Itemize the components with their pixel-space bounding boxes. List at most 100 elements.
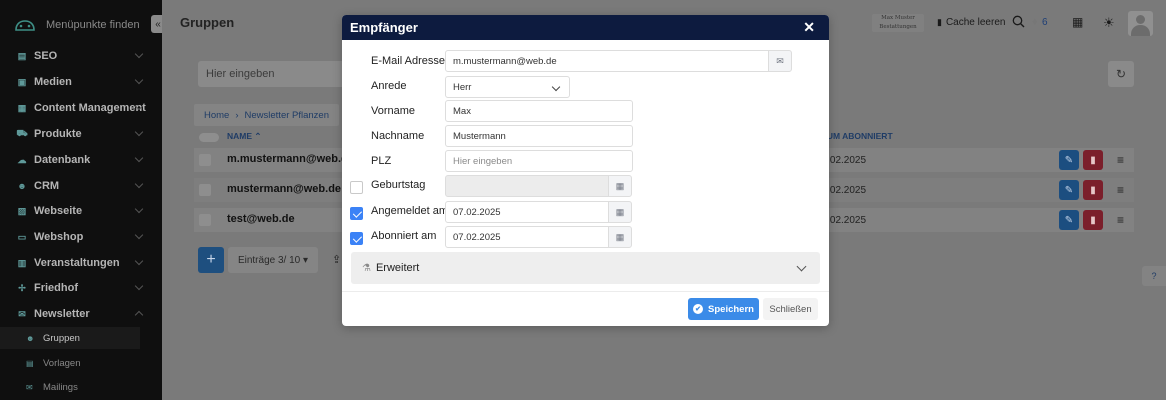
delete-button[interactable]: ▮: [1083, 180, 1103, 200]
database-icon: ☁: [17, 154, 27, 165]
row-menu-icon[interactable]: ≡: [1117, 183, 1129, 197]
registered-date-field[interactable]: 07.02.2025: [445, 201, 610, 223]
users-icon: ☻: [17, 181, 27, 191]
sidebar-item-medien[interactable]: ▣ Medien: [0, 70, 162, 94]
help-icon[interactable]: ?: [1142, 266, 1166, 286]
chevron-down-icon: [551, 82, 561, 92]
add-recipient-button[interactable]: +: [198, 247, 224, 273]
apps-icon[interactable]: ▦: [1072, 15, 1083, 29]
column-header-name[interactable]: NAME ⌃: [227, 131, 262, 142]
edit-button[interactable]: ✎: [1059, 180, 1079, 200]
chevron-down-icon: [134, 75, 144, 85]
delete-button[interactable]: ▮: [1083, 150, 1103, 170]
menu-search-label: Menüpunkte finden: [46, 19, 140, 31]
birthday-checkbox[interactable]: [350, 181, 363, 194]
email-field[interactable]: m.mustermann@web.de: [445, 50, 769, 72]
entries-per-page-dropdown[interactable]: Einträge 3/ 10 ▾: [228, 247, 318, 273]
trash-icon: ▮: [937, 17, 942, 27]
subscribed-checkbox[interactable]: [350, 232, 363, 245]
breadcrumb-current[interactable]: Newsletter Pflanzen: [245, 110, 329, 121]
calendar-icon[interactable]: ▦: [608, 201, 632, 223]
row-checkbox[interactable]: [199, 154, 211, 166]
modal-title: Empfänger: [350, 20, 418, 35]
save-button[interactable]: ✔ Speichern: [688, 298, 759, 320]
row-checkbox[interactable]: [199, 214, 211, 226]
sidebar-subitem-gruppen[interactable]: ☻ Gruppen: [0, 327, 140, 349]
entries-label: Einträge 3/ 10: [237, 254, 301, 266]
chevron-down-icon: [134, 281, 144, 291]
clear-cache-button[interactable]: ▮ Cache leeren: [937, 17, 1005, 28]
theme-toggle-icon[interactable]: ☀: [1103, 15, 1115, 31]
registered-checkbox[interactable]: [350, 207, 363, 220]
edit-button[interactable]: ✎: [1059, 150, 1079, 170]
firstname-field[interactable]: Max: [445, 100, 633, 122]
logo-icon: [15, 20, 35, 31]
bell-icon[interactable]: ♦: [1032, 16, 1038, 28]
edit-button[interactable]: ✎: [1059, 210, 1079, 230]
check-circle-icon: ✔: [693, 304, 704, 314]
zip-field[interactable]: Hier eingeben: [445, 150, 633, 172]
sidebar-subitem-mailings[interactable]: ✉ Mailings: [0, 376, 140, 398]
close-button[interactable]: Schließen: [763, 298, 818, 320]
sidebar-item-produkte[interactable]: ⛟ Produkte: [0, 122, 162, 146]
chevron-right-icon: ›: [235, 109, 239, 121]
email-addon-icon[interactable]: ✉: [768, 50, 792, 72]
chevron-down-icon: [134, 127, 144, 137]
menu-search[interactable]: Menüpunkte finden: [0, 10, 162, 40]
calendar-icon: ▥: [17, 257, 27, 268]
upload-icon[interactable]: ⇪: [332, 253, 341, 266]
sidebar-item-veranstaltungen[interactable]: ▥ Veranstaltungen: [0, 251, 162, 275]
delete-button[interactable]: ▮: [1083, 210, 1103, 230]
sidebar-item-label: Content Management: [34, 102, 146, 114]
sidebar-item-label: Veranstaltungen: [34, 257, 120, 269]
subscribed-date-field[interactable]: 07.02.2025: [445, 226, 610, 248]
sidebar-item-label: Webshop: [34, 231, 84, 243]
sidebar-item-webshop[interactable]: ▭ Webshop: [0, 225, 162, 249]
sidebar-item-webseite[interactable]: ▨ Webseite: [0, 199, 162, 223]
select-all-toggle[interactable]: [199, 133, 219, 142]
sidebar-subitem-vorlagen[interactable]: ▤ Vorlagen: [0, 352, 140, 374]
list-search-placeholder: Hier eingeben: [206, 68, 275, 80]
modal-header: Empfänger ✕: [342, 15, 829, 40]
website-icon: ▨: [17, 205, 27, 216]
group-icon: ☻: [26, 333, 35, 343]
birthday-label: Geburtstag: [371, 179, 426, 191]
list-search-input[interactable]: Hier eingeben: [198, 61, 358, 87]
company-logo-text: Max Muster Bestattungen: [879, 15, 917, 30]
sidebar-item-label: Newsletter: [34, 308, 90, 320]
close-icon[interactable]: ✕: [803, 19, 815, 36]
row-menu-icon[interactable]: ≡: [1117, 153, 1129, 167]
refresh-button[interactable]: ↻: [1108, 61, 1134, 87]
birthday-field: [445, 175, 610, 197]
sidebar-item-label: SEO: [34, 50, 58, 62]
row-menu-icon[interactable]: ≡: [1117, 213, 1129, 227]
sidebar-item-seo[interactable]: ▤ SEO: [0, 44, 162, 68]
sidebar-item-label: Webseite: [34, 205, 83, 217]
flask-icon: ⚗: [362, 262, 371, 274]
avatar[interactable]: [1128, 11, 1153, 36]
sidebar-item-crm[interactable]: ☻ CRM: [0, 174, 162, 198]
sidebar-item-datenbank[interactable]: ☁ Datenbank: [0, 148, 162, 172]
sidebar-item-friedhof[interactable]: ✢ Friedhof: [0, 276, 162, 300]
clear-cache-label: Cache leeren: [945, 17, 1006, 28]
sidebar-item-content-management[interactable]: ▦ Content Management: [0, 96, 162, 120]
firstname-label: Vorname: [371, 105, 416, 117]
calendar-icon[interactable]: ▦: [608, 226, 632, 248]
search-icon[interactable]: [1012, 15, 1025, 31]
company-logo: Max Muster Bestattungen: [872, 14, 924, 32]
row-checkbox[interactable]: [199, 184, 211, 196]
save-label: Speichern: [708, 303, 754, 315]
zip-label: PLZ: [371, 155, 392, 167]
breadcrumb: Home › Newsletter Pflanzen: [194, 104, 339, 126]
page-title: Gruppen: [180, 15, 235, 30]
calendar-icon[interactable]: ▦: [608, 175, 632, 197]
sidebar-item-newsletter[interactable]: ✉ Newsletter: [0, 302, 162, 326]
lastname-field[interactable]: Mustermann: [445, 125, 633, 147]
advanced-accordion[interactable]: ⚗ Erweitert: [351, 252, 820, 284]
breadcrumb-home[interactable]: Home: [204, 110, 229, 121]
notification-count: 6: [1042, 17, 1048, 28]
email-label: E-Mail Adresse*: [371, 55, 450, 67]
salutation-select[interactable]: Herr: [445, 76, 570, 98]
mail-icon: ✉: [18, 308, 26, 319]
sidebar-item-label: Datenbank: [34, 154, 91, 166]
